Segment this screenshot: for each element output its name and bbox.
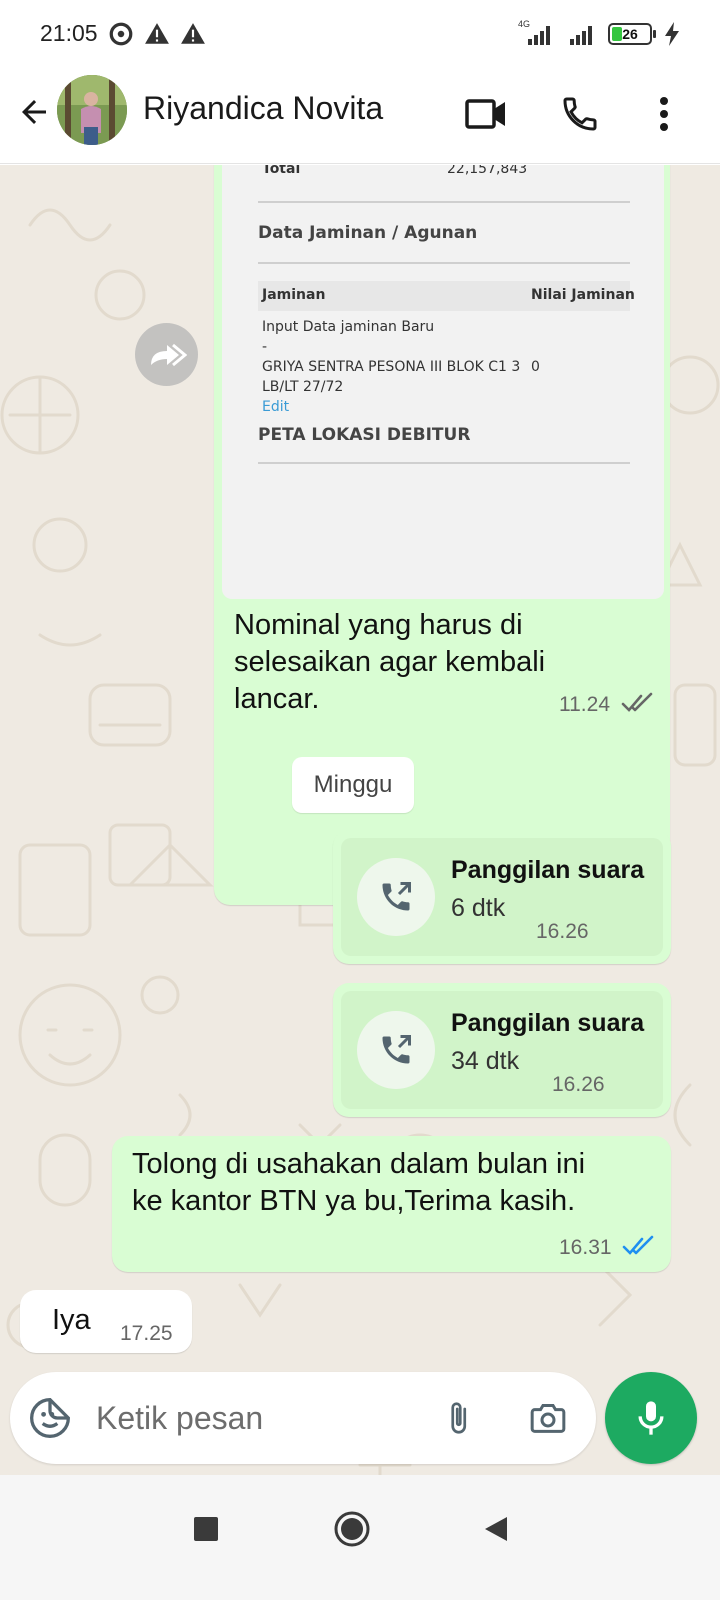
doc-col-nilai: Nilai Jaminan (531, 287, 635, 303)
doc-row-line: - (262, 339, 268, 355)
more-options-button[interactable] (636, 86, 692, 142)
chat-header: Riyandica Novita (0, 68, 720, 164)
message-time: 16.31 (559, 1236, 612, 1259)
message-caption-line: lancar. (234, 683, 320, 715)
voice-call-button[interactable] (552, 86, 608, 142)
call-card[interactable]: Panggilan suara 34 dtk 16.26 (341, 991, 663, 1109)
message-image-outgoing[interactable]: Total 22,157,843 Data Jaminan / Agunan J… (214, 165, 670, 905)
circle-home-icon (334, 1511, 370, 1547)
square-icon (194, 1517, 218, 1541)
message-text-line: ke kantor BTN ya bu,Terima kasih. (132, 1185, 576, 1217)
voice-message-button[interactable] (605, 1372, 697, 1464)
message-text: Iya (52, 1304, 91, 1336)
doc-section-title: Data Jaminan / Agunan (258, 223, 478, 243)
doc-map-title: PETA LOKASI DEBITUR (258, 425, 471, 445)
message-text-outgoing[interactable]: Tolong di usahakan dalam bulan ini ke ka… (112, 1136, 671, 1272)
message-time: 16.26 (552, 1073, 605, 1096)
more-vert-icon (660, 97, 668, 131)
microphone-icon (638, 1401, 664, 1435)
status-bar: 21:05 4G 26 (0, 0, 720, 68)
call-title: Panggilan suara (451, 856, 645, 884)
doc-edit-link: Edit (262, 399, 290, 415)
double-check-icon (621, 692, 653, 712)
message-time: 17.25 (120, 1322, 173, 1345)
doc-divider (258, 262, 630, 264)
status-notification-icons (108, 20, 206, 48)
shared-document-image[interactable]: Total 22,157,843 Data Jaminan / Agunan J… (222, 165, 664, 599)
double-check-read-icon (622, 1235, 654, 1255)
recents-button[interactable] (176, 1499, 236, 1559)
paperclip-icon (451, 1402, 467, 1434)
signal-4g-icon: 4G (518, 19, 558, 47)
message-caption-line: selesaikan agar kembali (234, 646, 546, 678)
message-input[interactable] (96, 1396, 416, 1440)
forward-button[interactable] (135, 323, 198, 386)
forward-icon (150, 343, 187, 366)
doc-divider (258, 201, 630, 203)
triangle-back-icon (485, 1517, 507, 1541)
doc-col-jaminan: Jaminan (262, 287, 326, 303)
signal-icon (570, 26, 592, 45)
call-icon-circle (357, 858, 435, 936)
contact-avatar[interactable] (57, 75, 127, 145)
message-composer (10, 1372, 596, 1464)
warning-icon (181, 23, 205, 44)
warning-icon (145, 23, 169, 44)
phone-icon (563, 97, 597, 131)
call-duration: 34 dtk (451, 1047, 520, 1075)
call-duration: 6 dtk (451, 894, 506, 922)
message-time: 16.26 (536, 920, 589, 943)
message-call-outgoing[interactable]: Panggilan suara 34 dtk 16.26 (333, 983, 671, 1117)
home-button[interactable] (322, 1499, 382, 1559)
message-call-outgoing[interactable]: Panggilan suara 6 dtk 16.26 (333, 830, 671, 964)
message-text-incoming[interactable]: Iya 17.25 (20, 1290, 192, 1353)
sticker-icon (30, 1398, 70, 1438)
charging-bolt-icon (665, 22, 679, 46)
status-system-icons: 4G 26 (518, 19, 680, 48)
data-saver-icon (109, 22, 133, 46)
system-navigation-bar (0, 1475, 720, 1600)
chat-area[interactable]: Total 22,157,843 Data Jaminan / Agunan J… (0, 165, 720, 1505)
attach-button[interactable] (434, 1394, 482, 1442)
back-arrow-icon (22, 100, 46, 124)
message-caption-line: Nominal yang harus di (234, 609, 523, 641)
doc-divider (258, 462, 630, 464)
doc-total-value: 22,157,843 (447, 165, 528, 177)
outgoing-call-icon (382, 1035, 411, 1064)
battery-level: 26 (622, 26, 638, 42)
call-title: Panggilan suara (451, 1009, 645, 1037)
message-text-line: Tolong di usahakan dalam bulan ini (132, 1148, 586, 1180)
doc-row-line: GRIYA SENTRA PESONA III BLOK C1 3 (262, 359, 521, 375)
contact-name[interactable]: Riyandica Novita (143, 90, 383, 127)
doc-row-line: Input Data jaminan Baru (262, 319, 435, 335)
doc-row-line: LB/LT 27/72 (262, 379, 344, 395)
video-call-icon (465, 99, 505, 129)
back-nav-button[interactable] (466, 1499, 526, 1559)
video-call-button[interactable] (458, 86, 514, 142)
doc-row-value: 0 (531, 359, 540, 375)
message-time: 11.24 (559, 693, 610, 716)
date-separator: Minggu (292, 757, 414, 813)
call-card[interactable]: Panggilan suara 6 dtk 16.26 (341, 838, 663, 956)
status-time: 21:05 (40, 20, 98, 46)
call-icon-circle (357, 1011, 435, 1089)
battery-icon: 26 (608, 23, 656, 45)
sticker-button[interactable] (26, 1394, 74, 1442)
doc-total-label: Total (262, 165, 301, 177)
outgoing-call-icon (382, 882, 411, 911)
camera-icon (530, 1404, 566, 1433)
camera-button[interactable] (524, 1394, 572, 1442)
back-button[interactable] (12, 90, 56, 134)
